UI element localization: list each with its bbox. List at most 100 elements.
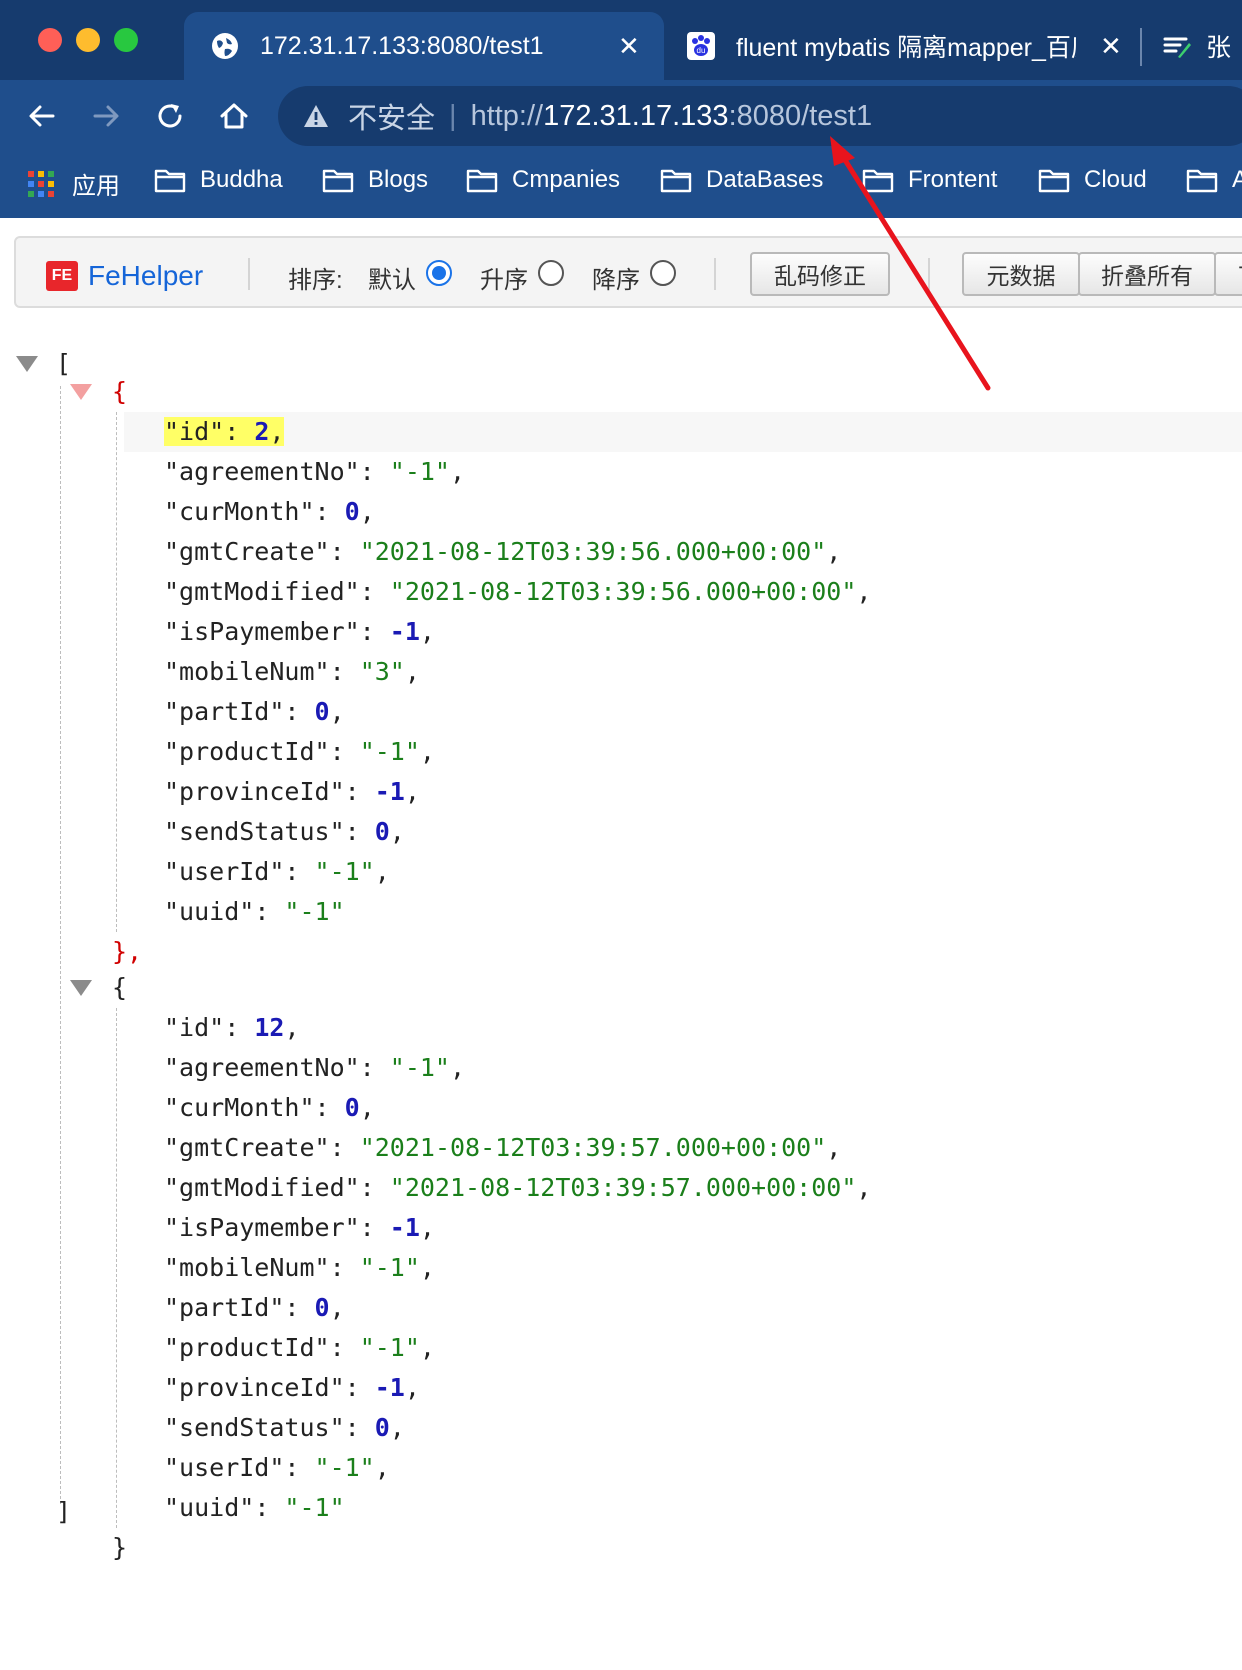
json-key: "curMonth"	[164, 497, 315, 526]
bookmark-folder-frontent[interactable]: Frontent	[862, 166, 997, 194]
minimize-window-button[interactable]	[76, 28, 100, 52]
json-key: "gmtModified"	[164, 1173, 360, 1202]
json-field[interactable]: "mobileNum": "-1",	[164, 1248, 435, 1288]
json-value: 0	[374, 1413, 390, 1442]
sort-asc-radio[interactable]	[538, 260, 564, 286]
bookmark-label: Buddha	[200, 166, 283, 193]
tab-title: fluent mybatis 隔离mapper_百度	[736, 34, 1076, 62]
sort-desc-radio[interactable]	[650, 260, 676, 286]
bookmark-folder-cmpanies[interactable]: Cmpanies	[466, 166, 620, 194]
tab-close-icon[interactable]: ✕	[618, 31, 640, 62]
field-content: "curMonth": 0,	[164, 1093, 375, 1122]
json-key: "gmtCreate"	[164, 1133, 330, 1162]
json-field[interactable]: "id": 2,	[164, 412, 285, 452]
fehelper-logo[interactable]: FE FeHelper	[46, 260, 203, 292]
folder-icon	[660, 169, 692, 193]
json-field[interactable]: "gmtCreate": "2021-08-12T03:39:57.000+00…	[164, 1128, 841, 1168]
security-status[interactable]: 不安全	[348, 95, 435, 137]
json-field[interactable]: "uuid": "-1"	[164, 1488, 345, 1528]
indent-guide	[60, 386, 61, 1504]
json-key: "mobileNum"	[164, 657, 330, 686]
bookmark-folder-databases[interactable]: DataBases	[660, 166, 823, 194]
collapse-object-icon[interactable]	[70, 384, 92, 400]
object-close-brace: },	[112, 937, 143, 966]
address-bar[interactable]: 不安全 | http://172.31.17.133:8080/test1	[278, 86, 1242, 146]
field-content: "curMonth": 0,	[164, 497, 375, 526]
url-protocol: http://	[470, 99, 544, 132]
json-field[interactable]: "id": 12,	[164, 1008, 300, 1048]
json-field[interactable]: "isPaymember": -1,	[164, 1208, 435, 1248]
json-comma: ,	[269, 417, 285, 446]
json-field[interactable]: "userId": "-1",	[164, 852, 390, 892]
json-colon: :	[344, 777, 375, 806]
json-colon: :	[284, 697, 315, 726]
json-field[interactable]: "agreementNo": "-1",	[164, 1048, 465, 1088]
json-field[interactable]: "curMonth": 0,	[164, 1088, 375, 1128]
zoom-window-button[interactable]	[114, 28, 138, 52]
sort-default-label[interactable]: 默认	[368, 260, 416, 295]
json-field[interactable]: "sendStatus": 0,	[164, 812, 405, 852]
bookmark-apps[interactable]: 应用	[28, 166, 120, 201]
forward-button[interactable]	[86, 96, 126, 136]
json-field[interactable]: "provinceId": -1,	[164, 772, 420, 812]
json-field[interactable]: "curMonth": 0,	[164, 492, 375, 532]
json-comma: ,	[450, 457, 466, 486]
json-colon: :	[344, 1373, 375, 1402]
json-colon: :	[329, 1133, 360, 1162]
collapse-root-icon[interactable]	[16, 356, 38, 372]
tab-title: 张	[1206, 34, 1232, 62]
highlighted-field: "id": 2,	[164, 417, 285, 446]
json-colon: :	[359, 1173, 390, 1202]
sort-desc-label[interactable]: 降序	[592, 260, 640, 295]
field-content: "provinceId": -1,	[164, 1373, 420, 1402]
json-field[interactable]: "isPaymember": -1,	[164, 612, 435, 652]
bookmark-folder-partial[interactable]: A	[1186, 166, 1242, 194]
json-value: -1	[374, 1373, 405, 1402]
json-field[interactable]: "mobileNum": "3",	[164, 652, 420, 692]
collapse-all-button[interactable]: 折叠所有	[1078, 252, 1216, 296]
json-value: 0	[374, 817, 390, 846]
json-field[interactable]: "agreementNo": "-1",	[164, 452, 465, 492]
tab-partial[interactable]: 张	[1150, 12, 1242, 80]
json-value: 12	[254, 1013, 285, 1042]
json-field[interactable]: "provinceId": -1,	[164, 1368, 420, 1408]
json-colon: :	[344, 817, 375, 846]
bookmark-folder-cloud[interactable]: Cloud	[1038, 166, 1147, 194]
back-button[interactable]	[22, 96, 62, 136]
fix-encoding-button[interactable]: 乱码修正	[750, 252, 890, 296]
json-colon: :	[329, 537, 360, 566]
folder-icon	[862, 169, 894, 193]
tab-close-icon[interactable]: ✕	[1100, 31, 1122, 62]
fehelper-logo-mark: FE	[46, 261, 78, 291]
field-content: "agreementNo": "-1",	[164, 457, 465, 486]
tab-baidu[interactable]: du fluent mybatis 隔离mapper_百度 ✕	[672, 12, 1142, 80]
collapse-object-icon[interactable]	[70, 980, 92, 996]
json-field[interactable]: "uuid": "-1"	[164, 892, 345, 932]
json-key: "agreementNo"	[164, 457, 360, 486]
json-value: "-1"	[389, 1053, 450, 1082]
home-button[interactable]	[214, 96, 254, 136]
reload-button[interactable]	[150, 96, 190, 136]
json-field[interactable]: "gmtModified": "2021-08-12T03:39:56.000+…	[164, 572, 871, 612]
sort-asc-label[interactable]: 升序	[480, 260, 528, 295]
json-field[interactable]: "gmtModified": "2021-08-12T03:39:57.000+…	[164, 1168, 871, 1208]
json-comma: ,	[374, 857, 390, 886]
json-field[interactable]: "productId": "-1",	[164, 1328, 435, 1368]
tab-active[interactable]: 172.31.17.133:8080/test1 ✕	[184, 12, 664, 80]
json-field[interactable]: "sendStatus": 0,	[164, 1408, 405, 1448]
json-field[interactable]: "partId": 0,	[164, 1288, 345, 1328]
json-key: "id"	[164, 417, 225, 446]
sort-default-radio[interactable]	[426, 260, 452, 286]
indent-guide	[116, 412, 117, 932]
bookmark-folder-blogs[interactable]: Blogs	[322, 166, 428, 194]
json-field[interactable]: "gmtCreate": "2021-08-12T03:39:56.000+00…	[164, 532, 841, 572]
json-field[interactable]: "partId": 0,	[164, 692, 345, 732]
metadata-button[interactable]: 元数据	[962, 252, 1080, 296]
object-close-brace: }	[112, 1533, 128, 1562]
close-window-button[interactable]	[38, 28, 62, 52]
json-comma: ,	[419, 617, 435, 646]
download-button[interactable]: 下	[1214, 252, 1242, 296]
bookmark-folder-buddha[interactable]: Buddha	[154, 166, 283, 194]
json-field[interactable]: "userId": "-1",	[164, 1448, 390, 1488]
json-field[interactable]: "productId": "-1",	[164, 732, 435, 772]
